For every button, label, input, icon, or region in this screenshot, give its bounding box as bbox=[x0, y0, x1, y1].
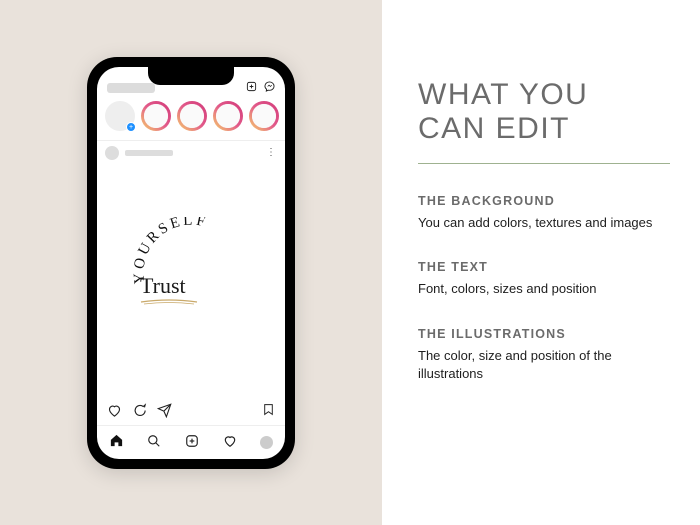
script-text-trust: Trust bbox=[140, 273, 186, 299]
section-background: THE BACKGROUND You can add colors, textu… bbox=[418, 194, 670, 232]
section-body: Font, colors, sizes and position bbox=[418, 280, 670, 298]
page-title: WHAT YOU CAN EDIT bbox=[418, 78, 670, 145]
plus-icon: + bbox=[126, 122, 136, 132]
phone-notch bbox=[148, 67, 234, 85]
phone-mockup: + ⋮ bbox=[87, 57, 295, 469]
like-icon[interactable] bbox=[107, 403, 122, 421]
header-actions bbox=[245, 81, 275, 93]
heading-divider bbox=[418, 163, 670, 164]
post-avatar[interactable] bbox=[105, 146, 119, 160]
heading-line-1: WHAT YOU bbox=[418, 78, 588, 111]
post-artwork: YOURSELF Trust bbox=[126, 217, 256, 347]
heading-line-2: CAN EDIT bbox=[418, 112, 570, 145]
post-username[interactable] bbox=[125, 150, 173, 156]
section-text: THE TEXT Font, colors, sizes and positio… bbox=[418, 260, 670, 298]
story-item[interactable] bbox=[141, 101, 171, 131]
nav-add-icon[interactable] bbox=[185, 434, 199, 451]
nav-activity-icon[interactable] bbox=[223, 434, 237, 451]
nav-home-icon[interactable] bbox=[109, 433, 124, 452]
post-image[interactable]: YOURSELF Trust bbox=[97, 165, 285, 399]
more-icon[interactable]: ⋮ bbox=[266, 147, 277, 158]
section-title: THE ILLUSTRATIONS bbox=[418, 327, 670, 341]
messenger-icon[interactable] bbox=[263, 81, 275, 93]
share-icon[interactable] bbox=[157, 403, 172, 421]
left-panel: + ⋮ bbox=[0, 0, 382, 525]
nav-search-icon[interactable] bbox=[147, 434, 161, 451]
bookmark-icon[interactable] bbox=[262, 402, 275, 422]
comment-icon[interactable] bbox=[132, 403, 147, 421]
add-icon[interactable] bbox=[245, 81, 257, 93]
story-self[interactable]: + bbox=[105, 101, 135, 131]
section-title: THE TEXT bbox=[418, 260, 670, 274]
story-item[interactable] bbox=[213, 101, 243, 131]
app-logo bbox=[107, 83, 155, 93]
right-panel: WHAT YOU CAN EDIT THE BACKGROUND You can… bbox=[382, 0, 700, 525]
story-item[interactable] bbox=[177, 101, 207, 131]
bottom-nav bbox=[97, 425, 285, 459]
phone-screen: + ⋮ bbox=[97, 67, 285, 459]
post-header: ⋮ bbox=[97, 141, 285, 165]
section-body: The color, size and position of the illu… bbox=[418, 347, 670, 383]
nav-profile-icon[interactable] bbox=[260, 436, 273, 449]
stories-row[interactable]: + bbox=[97, 95, 285, 141]
section-illustrations: THE ILLUSTRATIONS The color, size and po… bbox=[418, 327, 670, 383]
story-item[interactable] bbox=[249, 101, 279, 131]
section-body: You can add colors, textures and images bbox=[418, 214, 670, 232]
post-actions bbox=[97, 399, 285, 425]
section-title: THE BACKGROUND bbox=[418, 194, 670, 208]
underline-accent bbox=[140, 299, 198, 305]
